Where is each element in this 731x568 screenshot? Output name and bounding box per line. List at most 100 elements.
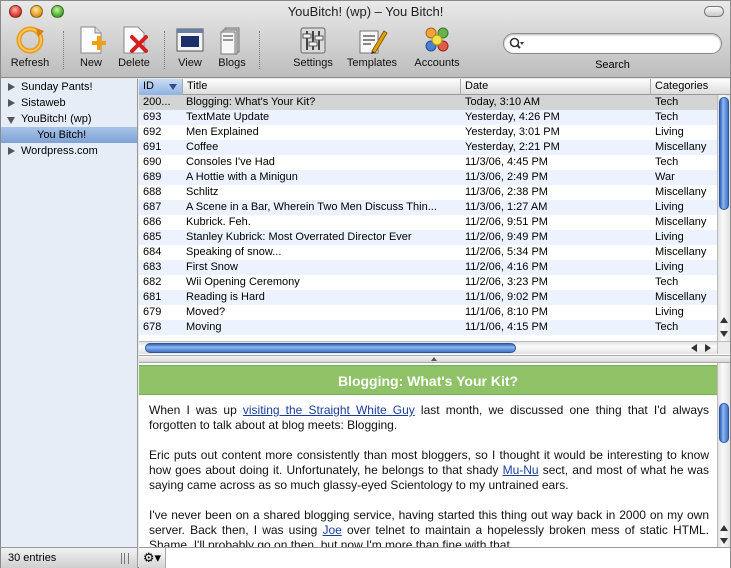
table-row[interactable]: 681 Reading is Hard 11/1/06, 9:02 PM Miscel…	[139, 290, 717, 305]
splitter-up-icon	[431, 357, 437, 361]
scroll-left-arrow-icon[interactable]	[691, 344, 697, 352]
table-row[interactable]: 679 Moved? 11/1/06, 8:10 PM Living	[139, 305, 717, 320]
scroll-right-arrow-icon[interactable]	[705, 344, 711, 352]
cell-category: Living	[655, 261, 684, 273]
table-row[interactable]: 683 First Snow 11/2/06, 4:16 PM Living	[139, 260, 717, 275]
disclosure-triangle-open-icon[interactable]	[7, 117, 15, 124]
cell-title: Blogging: What's Your Kit?	[186, 96, 316, 108]
cell-id: 687	[143, 201, 162, 213]
cell-title: Moved?	[186, 306, 226, 318]
post-preview: Blogging: What's Your Kit? When I was up…	[139, 363, 730, 547]
templates-button[interactable]: Templates	[343, 25, 401, 75]
cell-category: Tech	[655, 96, 679, 108]
table-row[interactable]: 687 A Scene in a Bar, Wherein Two Men Dis…	[139, 200, 717, 215]
cell-id: 690	[143, 156, 162, 168]
cell-date: 11/2/06, 5:34 PM	[465, 246, 548, 258]
cell-category: Tech	[655, 111, 679, 123]
table-row[interactable]: 678 Moving 11/1/06, 4:15 PM Tech	[139, 320, 717, 335]
window-title: YouBitch! (wp) – You Bitch!	[287, 4, 444, 19]
table-vertical-scroll-thumb[interactable]	[719, 97, 729, 210]
templates-icon	[356, 25, 388, 55]
joe-link[interactable]: Joe	[322, 523, 341, 537]
action-gear-button[interactable]: ⚙▾	[139, 548, 166, 568]
accounts-label: Accounts	[414, 57, 460, 69]
post-body: When I was up visiting the Straight Whit…	[149, 403, 709, 547]
cell-date: 11/1/06, 9:02 PM	[465, 291, 548, 303]
sidebar-item-youbitch-wp[interactable]: YouBitch! (wp)	[1, 111, 137, 127]
scroll-down-arrow-icon[interactable]	[720, 538, 728, 544]
table-row[interactable]: 692 Men Explained Yesterday, 3:01 PM Living	[139, 125, 717, 140]
cell-category: Miscellany	[655, 141, 707, 153]
cell-date: 11/3/06, 1:27 AM	[465, 201, 548, 213]
scroll-up-arrow-icon[interactable]	[720, 525, 728, 531]
blogs-icon	[216, 25, 248, 55]
column-header-date[interactable]: Date	[461, 79, 651, 95]
disclosure-triangle-icon[interactable]	[8, 83, 15, 91]
scroll-corner	[717, 341, 730, 354]
cell-title: Men Explained	[186, 126, 259, 138]
column-header-categories[interactable]: Categories	[651, 79, 730, 95]
settings-button[interactable]: Settings	[289, 25, 337, 75]
scroll-up-arrow-icon[interactable]	[720, 317, 728, 323]
sidebar-item-sunday-pants[interactable]: Sunday Pants!	[1, 79, 137, 95]
sidebar-item-sistaweb[interactable]: Sistaweb	[1, 95, 137, 111]
table-row[interactable]: 200... Blogging: What's Your Kit? Today, 3…	[139, 95, 717, 110]
cell-id: 200...	[143, 96, 171, 108]
cell-title: Consoles I've Had	[186, 156, 275, 168]
delete-icon	[118, 25, 150, 55]
accounts-people-icon	[421, 25, 453, 55]
table-row[interactable]: 688 Schlitz 11/3/06, 2:38 PM Miscellany	[139, 185, 717, 200]
cell-date: 11/3/06, 2:49 PM	[465, 171, 548, 183]
sidebar-item-wordpress-com[interactable]: Wordpress.com	[1, 143, 137, 159]
preview-scroll-thumb[interactable]	[719, 403, 729, 443]
preview-vertical-scrollbar[interactable]	[717, 363, 730, 547]
new-button[interactable]: New	[71, 25, 111, 75]
column-header-id[interactable]: ID	[139, 79, 183, 95]
table-row[interactable]: 691 Coffee Yesterday, 2:21 PM Miscellany	[139, 140, 717, 155]
table-row[interactable]: 686 Kubrick. Feh. 11/2/06, 9:51 PM Miscella…	[139, 215, 717, 230]
status-bar: 30 entries	[1, 547, 138, 568]
table-row[interactable]: 689 A Hottie with a Minigun 11/3/06, 2:49 …	[139, 170, 717, 185]
disclosure-triangle-icon[interactable]	[8, 147, 15, 155]
search-label: Search	[595, 59, 630, 71]
table-horizontal-scrollbar[interactable]	[139, 341, 717, 354]
search-field[interactable]	[503, 33, 722, 54]
table-row[interactable]: 684 Speaking of snow... 11/2/06, 5:34 PM Mi…	[139, 245, 717, 260]
blogs-button[interactable]: Blogs	[213, 25, 251, 75]
cell-title: First Snow	[186, 261, 238, 273]
accounts-button[interactable]: Accounts	[409, 25, 465, 75]
table-row[interactable]: 685 Stanley Kubrick: Most Overrated Direc…	[139, 230, 717, 245]
table-horizontal-scroll-thumb[interactable]	[145, 343, 516, 353]
cell-id: 678	[143, 321, 162, 333]
disclosure-triangle-icon[interactable]	[8, 99, 15, 107]
sidebar-item-you-bitch[interactable]: You Bitch!	[1, 127, 137, 143]
entry-count: 30 entries	[8, 552, 57, 564]
toolbar-toggle-button[interactable]	[704, 6, 724, 17]
view-window-icon	[174, 25, 206, 55]
table-row[interactable]: 690 Consoles I've Had 11/3/06, 4:45 PM Tech	[139, 155, 717, 170]
templates-label: Templates	[346, 57, 398, 69]
resize-grip-icon[interactable]	[121, 553, 129, 564]
table-row[interactable]: 682 Wii Opening Ceremony 11/2/06, 3:23 PM T…	[139, 275, 717, 290]
cell-id: 689	[143, 171, 162, 183]
cell-date: 11/1/06, 8:10 PM	[465, 306, 548, 318]
search-input[interactable]	[528, 36, 713, 51]
view-button[interactable]: View	[171, 25, 209, 75]
visiting-link[interactable]: visiting the Straight White Guy	[243, 403, 415, 417]
table-row[interactable]: 693 TextMate Update Yesterday, 4:26 PM Tech	[139, 110, 717, 125]
cell-title: Reading is Hard	[186, 291, 265, 303]
refresh-button[interactable]: Refresh	[7, 25, 53, 75]
mu-nu-link[interactable]: Mu-Nu	[503, 463, 539, 477]
table-vertical-scrollbar[interactable]	[717, 95, 730, 341]
column-header-title[interactable]: Title	[183, 79, 461, 95]
cell-date: 11/2/06, 9:51 PM	[465, 216, 548, 228]
toolbar-separator	[63, 31, 64, 69]
search-icon[interactable]	[509, 37, 525, 51]
cell-title: Kubrick. Feh.	[186, 216, 251, 228]
cell-title: A Hottie with a Minigun	[186, 171, 298, 183]
scroll-down-arrow-icon[interactable]	[720, 331, 728, 337]
cell-title: Stanley Kubrick: Most Overrated Director…	[186, 231, 412, 243]
delete-button[interactable]: Delete	[113, 25, 155, 75]
pane-splitter[interactable]	[139, 355, 730, 363]
settings-sliders-icon	[297, 25, 329, 55]
